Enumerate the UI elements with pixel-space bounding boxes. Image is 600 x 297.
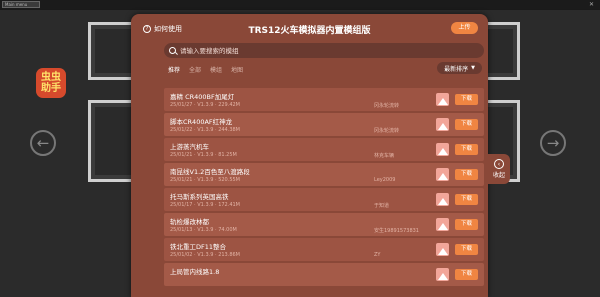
mod-list-item[interactable]: 上局管内线路1.8 下载 <box>164 263 484 286</box>
image-icon[interactable] <box>436 268 449 281</box>
mod-name: 铁北重工DF11整合 <box>170 243 227 251</box>
badge-line-2: 助手 <box>41 83 61 94</box>
mod-date: 25/01/02 <box>170 252 193 258</box>
mod-size: 74.00M <box>218 227 237 233</box>
download-button[interactable]: 下载 <box>455 194 478 205</box>
image-icon[interactable] <box>436 193 449 206</box>
mod-meta: 25/01/13 · V1.3.9 · 74.00M <box>170 227 237 233</box>
mod-version: V1.3.9 <box>197 152 214 158</box>
background-divider <box>0 9 600 10</box>
mod-author: 安生19891573831 <box>374 228 419 234</box>
mod-author: 林克车辆 <box>374 153 395 159</box>
mod-name: 南昆线V1.2百色至八渡路段 <box>170 168 250 176</box>
mod-list-item[interactable]: 铁北重工DF11整合 25/01/02 · V1.3.9 · 213.86M ZY 下… <box>164 238 484 261</box>
chevron-down-icon: ▼ <box>471 65 475 71</box>
tab-maps[interactable]: 地图 <box>231 65 243 74</box>
mod-date: 25/01/21 <box>170 152 193 158</box>
mod-meta: 25/01/21 · V1.3.9 · 520.55M <box>170 177 240 183</box>
download-button[interactable]: 下载 <box>455 119 478 130</box>
mod-author: 冈永轮流转 <box>374 103 400 109</box>
download-button[interactable]: 下载 <box>455 169 478 180</box>
background-next-arrow-icon[interactable]: → <box>540 130 566 156</box>
mod-name: 嘉精 CR400BF加尾灯 <box>170 93 235 101</box>
mod-size: 229.42M <box>218 102 240 108</box>
mod-name: 脚本CR400AF红神龙 <box>170 118 233 126</box>
mod-meta: 25/01/27 · V1.3.9 · 229.42M <box>170 102 240 108</box>
chongchong-assistant-badge[interactable]: 虫虫 助手 <box>36 68 66 98</box>
mod-list-item[interactable]: 托马斯系列英国高铁 25/01/17 · V1.3.9 · 172.41M 于知道 下… <box>164 188 484 211</box>
mod-version: V1.3.9 <box>197 127 214 133</box>
upload-button[interactable]: 上传 <box>451 22 478 34</box>
panel-header: ? 如何使用 TRS12火车模拟器内置模组版 上传 <box>131 14 488 46</box>
search-input[interactable] <box>180 46 460 55</box>
mod-list-item[interactable]: 脚本CR400AF红神龙 25/01/22 · V1.3.9 · 244.38M 冈… <box>164 113 484 136</box>
mod-name: 轨检爆改林都 <box>170 218 209 226</box>
mod-name: 托马斯系列英国高铁 <box>170 193 229 201</box>
panel-title: TRS12火车模拟器内置模组版 <box>248 26 371 36</box>
download-button[interactable]: 下载 <box>455 269 478 280</box>
mod-meta: 25/01/02 · V1.3.9 · 213.86M <box>170 252 240 258</box>
search-icon <box>169 47 176 54</box>
mod-author: 于知道 <box>374 203 390 209</box>
mod-meta: 25/01/21 · V1.3.9 · 81.25M <box>170 152 237 158</box>
background-title-bar: Main menu ✕ <box>0 0 600 9</box>
mod-browser-panel: ? 如何使用 TRS12火车模拟器内置模组版 上传 推荐 全部 模组 地图 最新… <box>131 14 488 297</box>
mod-meta: 25/01/22 · V1.3.9 · 244.38M <box>170 127 240 133</box>
image-icon[interactable] <box>436 218 449 231</box>
download-button[interactable]: 下载 <box>455 94 478 105</box>
background-close-icon[interactable]: ✕ <box>589 1 594 8</box>
mod-name: 上游蒸汽机车 <box>170 143 209 151</box>
sort-dropdown[interactable]: 最新排序 ▼ <box>437 62 482 74</box>
collapse-label: 收起 <box>492 172 505 179</box>
image-icon[interactable] <box>436 118 449 131</box>
mod-version: V1.3.9 <box>197 202 214 208</box>
image-icon[interactable] <box>436 143 449 156</box>
mod-size: 244.38M <box>218 127 240 133</box>
mod-date: 25/01/13 <box>170 227 193 233</box>
image-icon[interactable] <box>436 168 449 181</box>
mod-date: 25/01/22 <box>170 127 193 133</box>
mod-size: 520.55M <box>218 177 240 183</box>
mod-author: Ley2009 <box>374 177 396 183</box>
background-prev-arrow-icon[interactable]: ← <box>30 130 56 156</box>
mod-list-item[interactable]: 轨检爆改林都 25/01/13 · V1.3.9 · 74.00M 安生198915… <box>164 213 484 236</box>
download-button[interactable]: 下载 <box>455 144 478 155</box>
mod-author: 冈永轮流转 <box>374 128 400 134</box>
mod-list-item[interactable]: 南昆线V1.2百色至八渡路段 25/01/21 · V1.3.9 · 520.55… <box>164 163 484 186</box>
tab-recommended[interactable]: 推荐 <box>168 65 180 74</box>
collapse-button[interactable]: ‹ 收起 <box>488 154 510 184</box>
image-icon[interactable] <box>436 93 449 106</box>
mod-list: 嘉精 CR400BF加尾灯 25/01/27 · V1.3.9 · 229.42M… <box>164 88 484 288</box>
mod-author: ZY <box>374 252 381 258</box>
mod-version: V1.3.9 <box>197 102 214 108</box>
download-button[interactable]: 下载 <box>455 244 478 255</box>
mod-size: 172.41M <box>218 202 240 208</box>
tab-mods[interactable]: 模组 <box>210 65 222 74</box>
background-menu-button[interactable]: Main menu <box>2 1 40 8</box>
mod-date: 25/01/17 <box>170 202 193 208</box>
mod-date: 25/01/21 <box>170 177 193 183</box>
mod-list-item[interactable]: 上游蒸汽机车 25/01/21 · V1.3.9 · 81.25M 林克车辆 下载 <box>164 138 484 161</box>
mod-size: 81.25M <box>218 152 237 158</box>
badge-line-1: 虫虫 <box>41 72 61 83</box>
chevron-left-icon: ‹ <box>494 159 504 169</box>
mod-version: V1.3.9 <box>197 177 214 183</box>
mod-version: V1.3.9 <box>197 252 214 258</box>
sort-label: 最新排序 <box>444 65 469 73</box>
mod-date: 25/01/27 <box>170 102 193 108</box>
filter-tabs: 推荐 全部 模组 地图 <box>168 65 243 74</box>
mod-meta: 25/01/17 · V1.3.9 · 172.41M <box>170 202 240 208</box>
download-button[interactable]: 下载 <box>455 219 478 230</box>
mod-size: 213.86M <box>218 252 240 258</box>
tab-all[interactable]: 全部 <box>189 65 201 74</box>
mod-version: V1.3.9 <box>197 227 214 233</box>
mod-name: 上局管内线路1.8 <box>170 268 220 276</box>
search-bar[interactable] <box>164 43 484 58</box>
image-icon[interactable] <box>436 243 449 256</box>
mod-list-item[interactable]: 嘉精 CR400BF加尾灯 25/01/27 · V1.3.9 · 229.42M… <box>164 88 484 111</box>
